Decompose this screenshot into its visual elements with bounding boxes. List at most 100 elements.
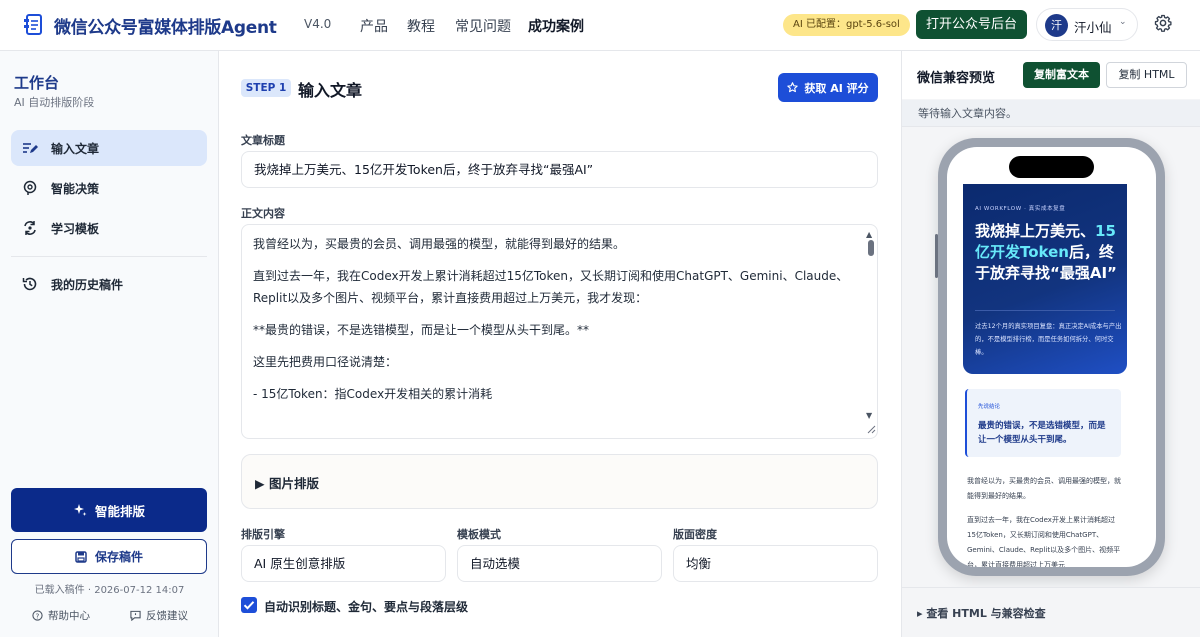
star-icon <box>787 82 799 93</box>
quote-kicker: 先说结论 <box>978 404 1001 410</box>
step-badge: STEP 1 <box>241 79 291 97</box>
sidebar: 工作台 AI 自动排版阶段 输入文章 智能决策 学习模板 我的历史稿件 智能排版… <box>0 51 219 637</box>
page-title: 输入文章 <box>298 81 363 100</box>
sidebar-item-label: 学习模板 <box>51 222 100 236</box>
auto-detect-checkbox[interactable] <box>241 597 257 613</box>
preview-panel: 微信兼容预览 复制富文本 复制 HTML 等待输入文章内容。 AI WORKFL… <box>901 51 1200 637</box>
density-select[interactable]: 均衡 <box>673 545 878 582</box>
body-paragraph: **最贵的错误，不是选错模型，而是让一个模型从头干到尾。** <box>253 323 590 337</box>
body-paragraph: 我曾经以为，买最贵的会员、调用最强的模型，就能得到最好的结果。 <box>253 237 626 251</box>
body-content-text: 我曾经以为，买最贵的会员、调用最强的模型，就能得到最好的结果。 直到过去一年，我… <box>253 233 855 415</box>
feedback-label: 反馈建议 <box>146 610 188 622</box>
copy-html-button[interactable]: 复制 HTML <box>1106 62 1187 88</box>
phone-side-button <box>935 234 938 278</box>
brain-icon <box>23 180 37 195</box>
quote-text: 最贵的错误，不是选错模型，而是让一个模型从头干到尾。 <box>978 421 1106 445</box>
scroll-up-arrow-icon[interactable]: ▲ <box>866 230 872 239</box>
sidebar-item-history[interactable]: 我的历史稿件 <box>11 266 207 302</box>
html-check-section[interactable]: ▸ 查看 HTML 与兼容检查 <box>902 587 1200 637</box>
chevron-down-icon: ⌄ <box>1119 17 1127 27</box>
article-title-label: 文章标题 <box>241 134 285 147</box>
sidebar-item-label: 我的历史稿件 <box>51 278 124 292</box>
save-draft-button[interactable]: 保存稿件 <box>11 539 207 574</box>
hero-divider <box>975 310 1115 311</box>
engine-label: 排版引擎 <box>241 528 285 541</box>
hero-title: 我烧掉上万美元、15亿开发Token后，终于放弃寻找“最强AI” <box>975 221 1120 284</box>
sidebar-item-learn-template[interactable]: 学习模板 <box>11 210 207 246</box>
auto-detect-label[interactable]: 自动识别标题、金句、要点与段落层级 <box>264 598 468 615</box>
user-name: 汗小仙 <box>1074 20 1112 35</box>
hero-description: 过去12个月的真实项目复盘：真正决定AI成本与产出的，不是模型排行榜，而是任务如… <box>975 323 1122 356</box>
sidebar-item-label: 智能决策 <box>51 182 100 196</box>
body-paragraph: - 15亿Token：指Codex开发相关的累计消耗 <box>253 387 493 401</box>
body-content-textarea[interactable]: 我曾经以为，买最贵的会员、调用最强的模型，就能得到最好的结果。 直到过去一年，我… <box>241 224 878 439</box>
main-panel: STEP 1 输入文章 获取 AI 评分 文章标题 我烧掉上万美元、15亿开发T… <box>220 51 900 637</box>
edit-icon <box>23 143 38 153</box>
preview-paragraph: 直到过去一年，我在Codex开发上累计消耗超过15亿Token，又长期订阅和使用… <box>967 516 1121 567</box>
sidebar-title: 工作台 <box>14 74 60 92</box>
preview-paragraph: 我曾经以为，买最贵的会员、调用最强的模型，就能得到最好的结果。 <box>967 477 1121 500</box>
app-brand-title[interactable]: 微信公众号富媒体排版Agent <box>54 13 277 38</box>
sidebar-item-input-article[interactable]: 输入文章 <box>11 130 207 166</box>
dynamic-island <box>1009 156 1094 178</box>
hero-kicker: AI WORKFLOW · 真实成本复盘 <box>975 206 1066 212</box>
user-menu[interactable]: 汗 汗小仙 ⌄ <box>1036 8 1138 41</box>
textarea-scrollbar-thumb[interactable] <box>868 240 874 256</box>
preview-header: 微信兼容预览 复制富文本 复制 HTML <box>902 51 1200 99</box>
save-draft-label: 保存稿件 <box>94 550 143 564</box>
sidebar-divider <box>11 256 207 257</box>
image-layout-label: 图片排版 <box>268 476 319 491</box>
svg-text:?: ? <box>36 611 40 620</box>
nav-faq[interactable]: 常见问题 <box>455 16 511 36</box>
phone-mockup: AI WORKFLOW · 真实成本复盘 我烧掉上万美元、15亿开发Token后… <box>935 138 1165 576</box>
body-paragraph: 这里先把费用口径说清楚： <box>253 355 398 369</box>
save-icon <box>75 550 87 563</box>
nav-product[interactable]: 产品 <box>360 16 388 36</box>
version-label: V4.0 <box>304 17 332 31</box>
top-header: 微信公众号富媒体排版Agent V4.0 产品 教程 常见问题 成功案例 AI … <box>0 0 1200 51</box>
avatar: 汗 <box>1045 14 1068 37</box>
preview-quote-card: 先说结论 最贵的错误，不是选错模型，而是让一个模型从头干到尾。 <box>965 389 1121 457</box>
help-center-link[interactable]: ? 帮助中心 <box>32 608 90 623</box>
check-icon <box>243 601 255 610</box>
smart-layout-label: 智能排版 <box>94 503 145 519</box>
image-layout-toggle[interactable]: ▶ 图片排版 <box>255 473 319 492</box>
ai-config-badge: AI 已配置：gpt-5.6-sol <box>783 14 910 36</box>
scroll-down-arrow-icon[interactable]: ▼ <box>866 411 872 420</box>
resize-grip-icon[interactable] <box>867 425 876 434</box>
gear-icon[interactable] <box>1154 14 1172 32</box>
feedback-link[interactable]: 反馈建议 <box>130 608 188 623</box>
preview-title: 微信兼容预览 <box>917 71 996 86</box>
feedback-icon <box>130 610 141 621</box>
copy-rich-text-button[interactable]: 复制富文本 <box>1023 62 1100 88</box>
sidebar-item-smart-decision[interactable]: 智能决策 <box>11 170 207 206</box>
body-paragraph: 直到过去一年，我在Codex开发上累计消耗超过15亿Token，又长期订阅和使用… <box>253 269 849 305</box>
refresh-template-icon <box>24 221 36 235</box>
engine-select[interactable]: AI 原生创意排版 <box>241 545 446 582</box>
html-check-toggle[interactable]: ▸ 查看 HTML 与兼容检查 <box>917 605 1046 621</box>
get-ai-score-button[interactable]: 获取 AI 评分 <box>778 73 878 102</box>
body-content-label: 正文内容 <box>241 207 285 220</box>
smart-layout-button[interactable]: 智能排版 <box>11 488 207 532</box>
sidebar-item-label: 输入文章 <box>51 142 100 156</box>
hero-title-part: 我烧掉上万美元、 <box>975 222 1096 240</box>
sparkle-icon <box>73 504 87 516</box>
density-label: 版面密度 <box>673 528 717 541</box>
sidebar-subtitle: AI 自动排版阶段 <box>14 96 95 109</box>
nav-success-cases[interactable]: 成功案例 <box>528 16 584 36</box>
nav-tutorial[interactable]: 教程 <box>407 16 435 36</box>
article-title-input[interactable]: 我烧掉上万美元、15亿开发Token后，终于放弃寻找“最强AI” <box>241 151 878 188</box>
preview-hero-card: AI WORKFLOW · 真实成本复盘 我烧掉上万美元、15亿开发Token后… <box>963 184 1127 374</box>
get-ai-score-label: 获取 AI 评分 <box>804 81 869 95</box>
open-backend-button[interactable]: 打开公众号后台 <box>916 10 1027 39</box>
image-layout-section[interactable]: ▶ 图片排版 <box>241 454 878 509</box>
template-mode-label: 模板模式 <box>457 528 501 541</box>
phone-screen: AI WORKFLOW · 真实成本复盘 我烧掉上万美元、15亿开发Token后… <box>947 147 1156 567</box>
preview-status: 等待输入文章内容。 <box>902 100 1200 127</box>
document-logo-icon <box>24 14 42 35</box>
history-icon <box>22 277 37 291</box>
help-icon: ? <box>32 610 43 621</box>
help-center-label: 帮助中心 <box>48 610 90 622</box>
template-mode-select[interactable]: 自动选模 <box>457 545 662 582</box>
loaded-draft-status: 已载入稿件 · 2026-07-12 14:07 <box>34 585 185 596</box>
